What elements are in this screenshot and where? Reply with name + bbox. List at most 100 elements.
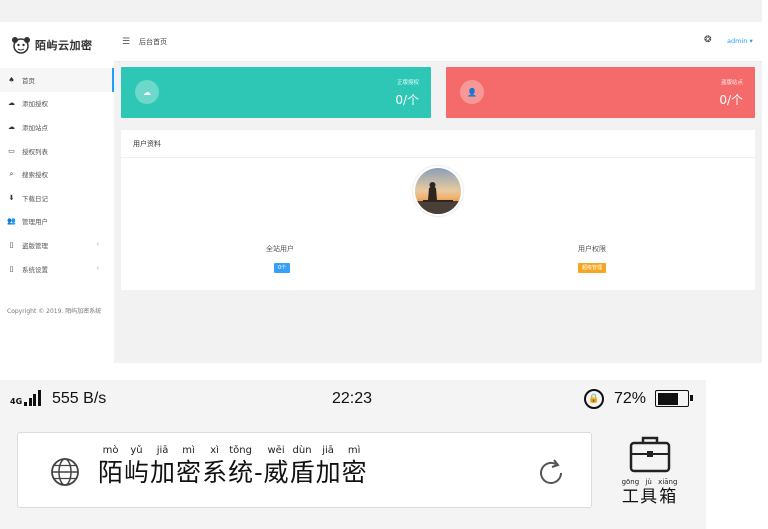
pinyin: mò [102, 445, 119, 456]
address-bar[interactable]: mò 陌 yǔ 屿 jiā 加 mì 密 xì 系 tǒng 统 - wēi 威 dùn 盾 jiā 加 mì 密 [17, 432, 592, 508]
sidebar-item-label: 授权列表 [22, 147, 48, 156]
sidebar-item-label: 添加站点 [22, 123, 48, 132]
sidebar-item-label: 首页 [22, 76, 35, 85]
sidebar-item[interactable]: 👥 管理用户 [0, 210, 114, 234]
sidebar-item[interactable]: ☁ 添加授权 [0, 92, 114, 116]
stat-card-label: 盗版站点 [720, 80, 743, 86]
hanzi: 工 [621, 487, 639, 507]
network-speed: 555 B/s [52, 390, 107, 407]
hanzi: 屿 [124, 458, 150, 487]
title-char: yǔ 屿 [124, 444, 149, 488]
toolbox-icon [629, 436, 671, 473]
menu-toggle-icon[interactable]: ☰ [122, 37, 130, 47]
file-icon: ▯ [9, 240, 14, 249]
sidebar-item[interactable]: ▭ 授权列表 [0, 139, 114, 163]
toolbox-button[interactable]: gōng 工 jù 具 xiāng 箱 [620, 434, 680, 514]
page-title: mò 陌 yǔ 屿 jiā 加 mì 密 xì 系 tǒng 统 - wēi 威 dùn 盾 jiā 加 mì 密 [98, 444, 368, 488]
sidebar-item[interactable]: ▯ 系统设置 › [0, 257, 114, 281]
sidebar-item-label: 系统设置 [22, 265, 48, 274]
title-char: xiāng 箱 [658, 477, 677, 507]
reload-icon[interactable] [534, 456, 568, 490]
user-icon: 👤 [460, 80, 484, 104]
stat-permission-label: 用户权限 [578, 245, 606, 253]
hanzi: 密 [341, 458, 367, 487]
cloud-icon: ☁ [8, 122, 15, 131]
sidebar: 陌屿云加密 ♠ 首页 ☁ 添加授权 ☁ 添加站点 ▭ 授权列表 ⌕ 搜索授权 ⬇ 下载日记 👥 管理用户 ▯… [0, 22, 114, 363]
pinyin: jù [645, 478, 652, 486]
divider [121, 157, 755, 158]
pinyin: xì [210, 445, 219, 456]
globe-icon [51, 458, 79, 486]
hanzi: 箱 [659, 487, 677, 507]
theme-palette-icon[interactable]: ❂ [704, 35, 712, 45]
sidebar-item[interactable]: ⌕ 搜索授权 [0, 162, 114, 186]
file-icon: ▯ [9, 264, 14, 273]
monitor-icon: ▭ [8, 146, 15, 155]
hanzi: 加 [315, 458, 341, 487]
rotation-lock-icon: 🔒 [584, 389, 604, 409]
top-bar: ☰ 后台首页 ❂ admin ▾ [114, 22, 762, 62]
stat-permission-badge: 超级管理 [578, 263, 607, 273]
username: admin [727, 37, 748, 45]
logo[interactable]: 陌屿云加密 [0, 22, 114, 68]
stat-card-label: 正版授权 [396, 80, 419, 86]
title-char: mò 陌 [98, 444, 123, 488]
stat-card-value: 0/个 [395, 93, 419, 107]
hanzi: 盾 [289, 458, 315, 487]
stat-total-users-label: 全站用户 [266, 245, 294, 253]
cloud-icon: ☁ [135, 80, 159, 104]
hanzi: 密 [176, 458, 202, 487]
chevron-right-icon: › [96, 241, 99, 249]
search-icon: ⌕ [9, 169, 14, 178]
sidebar-item[interactable]: ⬇ 下载日记 [0, 186, 114, 210]
title-char: dùn 盾 [290, 444, 315, 488]
signal-icon: 4G [10, 390, 42, 406]
hanzi: 统 [228, 458, 254, 487]
logo-text: 陌屿云加密 [35, 39, 93, 52]
download-icon: ⬇ [8, 193, 15, 202]
stat-card-pirate-sites: 👤 盗版站点 0/个 [446, 67, 755, 118]
title-char: mì 密 [342, 444, 367, 488]
pinyin: wēi [267, 445, 285, 456]
sidebar-item[interactable]: ▯ 盗版管理 › [0, 233, 114, 257]
hanzi: 加 [150, 458, 176, 487]
sidebar-item-label: 添加授权 [22, 100, 48, 109]
chevron-right-icon: › [96, 265, 99, 273]
battery-percent: 72% [614, 390, 647, 407]
title-char: jiā 加 [150, 444, 175, 488]
pinyin: mì [182, 445, 195, 456]
panel-title: 用户资料 [133, 140, 161, 148]
pinyin: jiā [322, 445, 334, 456]
title-char: jiā 加 [316, 444, 341, 488]
screenshot: 陌屿云加密 ♠ 首页 ☁ 添加授权 ☁ 添加站点 ▭ 授权列表 ⌕ 搜索授权 ⬇ 下载日记 👥 管理用户 ▯… [0, 0, 768, 529]
pinyin: tǒng [229, 445, 252, 456]
pinyin: yǔ [130, 445, 143, 456]
copyright-text: Copyright © 2019. 陌屿加密系统 [7, 308, 102, 315]
sidebar-item[interactable]: ☁ 添加站点 [0, 115, 114, 139]
avatar [413, 166, 463, 216]
users-icon: 👥 [7, 217, 16, 226]
browser-toolbar: mò 陌 yǔ 屿 jiā 加 mì 密 xì 系 tǒng 统 - wēi 威 dùn 盾 jiā 加 mì 密 gō… [0, 418, 706, 529]
title-char: wēi 威 [264, 444, 289, 488]
pinyin: mì [347, 445, 361, 456]
network-type: 4G [10, 397, 23, 406]
stat-total-users-badge: 0个 [274, 263, 291, 273]
pinyin: dùn [292, 445, 312, 456]
sidebar-item-label: 管理用户 [22, 218, 48, 227]
clock: 22:23 [332, 390, 373, 407]
home-icon: ♠ [8, 75, 15, 84]
stat-card-licenses: ☁ 正版授权 0/个 [121, 67, 431, 118]
sidebar-menu: ♠ 首页 ☁ 添加授权 ☁ 添加站点 ▭ 授权列表 ⌕ 搜索授权 ⬇ 下载日记 👥 管理用户 ▯ 盗版管理 › ▯… [0, 68, 114, 280]
pinyin: jiā [156, 445, 169, 456]
user-profile-panel: 用户资料 全站用户 0个 用户权限 超级管理 [121, 130, 755, 290]
sidebar-item[interactable]: ♠ 首页 [0, 68, 114, 92]
sidebar-item-label: 搜索授权 [22, 171, 48, 180]
avatar-photo [415, 168, 461, 214]
user-menu[interactable]: admin ▾ [727, 37, 753, 45]
title-char: xì 系 [202, 444, 227, 488]
battery-icon [655, 390, 693, 407]
breadcrumb[interactable]: 后台首页 [139, 37, 167, 47]
stat-card-value: 0/个 [719, 93, 743, 107]
phone-status-bar: 4G 555 B/s 22:23 🔒 72% [0, 380, 706, 418]
hanzi: 具 [640, 487, 658, 507]
